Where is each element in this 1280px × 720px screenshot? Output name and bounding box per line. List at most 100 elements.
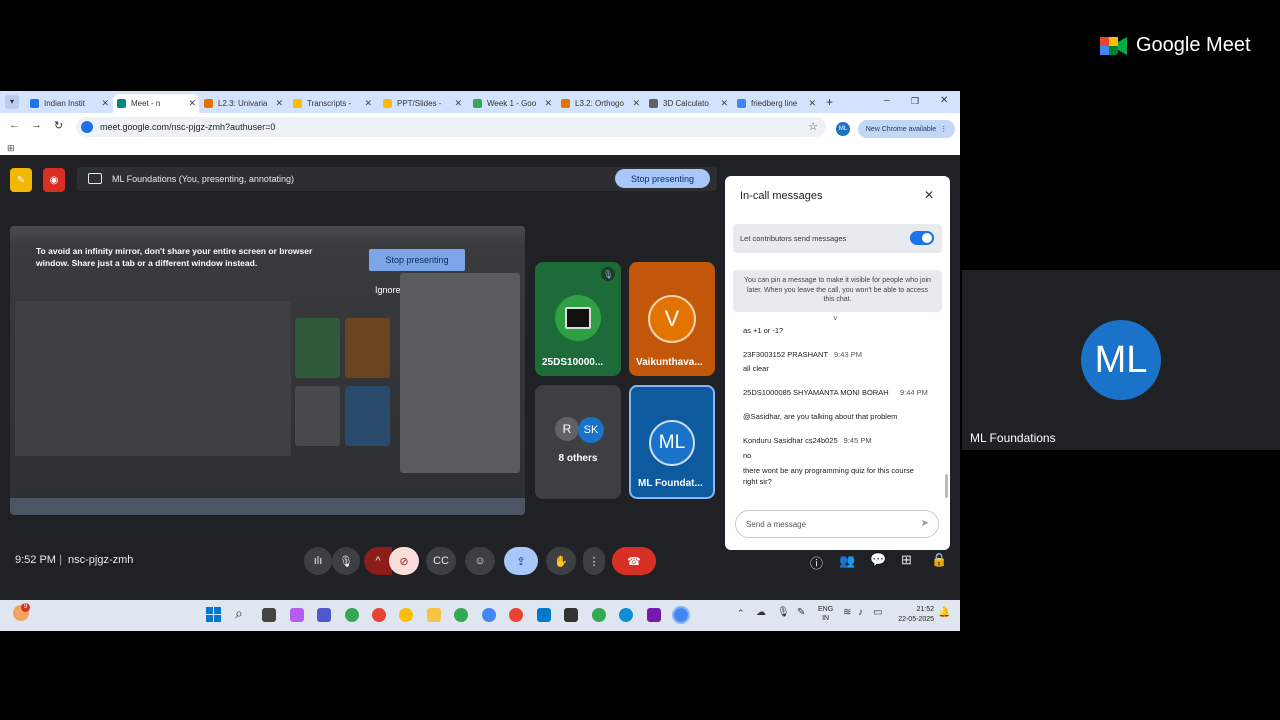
tab-close-icon[interactable]: ✕ xyxy=(275,98,283,109)
tab-close-icon[interactable]: ✕ xyxy=(544,98,552,109)
participant-tile[interactable]: 🎙 25DS10000... xyxy=(535,262,621,376)
contributors-toggle[interactable] xyxy=(910,231,934,245)
tab[interactable]: Transcripts - ✕ xyxy=(289,94,375,113)
volume-icon[interactable]: ♪ xyxy=(858,607,863,618)
send-icon[interactable]: ➤ xyxy=(921,518,929,529)
warning-stop-presenting-button[interactable]: Stop presenting xyxy=(369,249,465,271)
tab-close-icon[interactable]: ✕ xyxy=(632,98,640,109)
stop-presenting-button[interactable]: Stop presenting xyxy=(615,169,710,188)
onenote-icon[interactable] xyxy=(647,608,661,622)
participant-avatar: ML xyxy=(649,420,695,466)
tab-close-icon[interactable]: ✕ xyxy=(454,98,462,109)
captions-button[interactable]: CC xyxy=(426,547,456,575)
terminal-icon[interactable] xyxy=(564,608,578,622)
profile-avatar[interactable]: ML xyxy=(836,122,850,136)
tab-close-icon[interactable]: ✕ xyxy=(188,98,196,109)
close-chat-icon[interactable]: ✕ xyxy=(924,188,934,202)
camera-off-button[interactable]: ⊘ xyxy=(389,547,419,575)
ignore-button[interactable]: Ignore xyxy=(375,285,401,295)
activities-icon[interactable]: ⊞ xyxy=(901,552,912,568)
clock[interactable]: 21:52 22-05-2025 xyxy=(892,605,934,625)
present-button[interactable]: ⇪ xyxy=(504,547,538,575)
tray-mic-icon[interactable]: 🎙 xyxy=(777,607,790,618)
tab[interactable]: PPT/Slides - ✕ xyxy=(379,94,465,113)
tab-close-icon[interactable]: ✕ xyxy=(101,98,109,109)
chat-icon[interactable]: 💬 xyxy=(870,552,886,568)
tray-app-icon[interactable]: ☁ xyxy=(756,607,766,618)
search-icon[interactable]: ⌕ xyxy=(235,605,243,622)
wifi-icon[interactable]: ≋ xyxy=(843,607,851,618)
microphone-button[interactable]: 🎙 xyxy=(332,547,360,575)
chrome-icon[interactable] xyxy=(672,606,690,624)
chrome-icon[interactable] xyxy=(372,608,386,622)
battery-icon[interactable]: ▭ xyxy=(873,607,882,618)
tab-search-icon[interactable]: ▾ xyxy=(5,95,19,109)
raise-hand-button[interactable]: ✋ xyxy=(546,547,576,575)
tab[interactable]: friedberg line ✕ xyxy=(733,94,819,113)
forward-icon[interactable]: → xyxy=(31,119,42,131)
windows-start-icon[interactable] xyxy=(206,607,221,622)
people-icon[interactable]: 👥 xyxy=(839,553,855,569)
minimize-icon[interactable]: – xyxy=(884,95,890,106)
new-tab-button[interactable]: + xyxy=(826,95,833,109)
back-icon[interactable]: ← xyxy=(9,119,20,131)
tab-favicon-icon xyxy=(473,99,482,108)
tray-chevron-icon[interactable]: ⌃ xyxy=(737,608,745,619)
chrome-icon[interactable] xyxy=(454,608,468,622)
tab-close-icon[interactable]: ✕ xyxy=(808,98,816,109)
close-window-icon[interactable]: ✕ xyxy=(940,95,948,106)
participant-name: ML Foundat... xyxy=(638,478,703,489)
participant-tile[interactable]: V Vaikunthava... xyxy=(629,262,715,376)
chat-scrollbar[interactable] xyxy=(945,474,948,498)
chrome-icon[interactable] xyxy=(592,608,606,622)
tab-close-icon[interactable]: ✕ xyxy=(364,98,372,109)
site-info-icon[interactable] xyxy=(81,121,93,133)
scroll-down-icon[interactable]: ˅ xyxy=(833,314,838,323)
chrome-icon[interactable] xyxy=(509,608,523,622)
bookmark-star-icon[interactable]: ☆ xyxy=(808,120,818,133)
restore-icon[interactable]: ❐ xyxy=(911,96,919,107)
leave-call-button[interactable]: ☎ xyxy=(612,547,656,575)
file-explorer-icon[interactable] xyxy=(427,608,441,622)
apps-icon[interactable]: ⊞ xyxy=(7,143,15,154)
vscode-icon[interactable] xyxy=(537,608,551,622)
message-sender: Konduru Sasidhar cs24b025 xyxy=(743,436,838,445)
task-view-icon[interactable] xyxy=(262,608,276,622)
live-broadcast-icon[interactable]: ◉ xyxy=(43,168,65,192)
tab[interactable]: L2.3: Univaria ✕ xyxy=(200,94,286,113)
tab[interactable]: Week 1 - Goo ✕ xyxy=(469,94,555,113)
annotate-off-icon[interactable]: ✎ xyxy=(10,168,32,192)
reload-icon[interactable]: ↻ xyxy=(54,119,63,132)
tab-label: Transcripts - xyxy=(307,99,352,108)
audio-level-icon[interactable]: ılı xyxy=(304,547,332,575)
message-input[interactable]: Send a message ➤ xyxy=(735,510,939,538)
tab[interactable]: Meet - n ✕ xyxy=(113,94,199,113)
edge-icon[interactable] xyxy=(619,608,633,622)
update-chrome-button[interactable]: New Chrome available ⋮ xyxy=(858,120,955,138)
self-presenting-tile[interactable]: ML ML Foundat... xyxy=(629,385,715,499)
tab[interactable]: 3D Calculato ✕ xyxy=(645,94,731,113)
chat-message: no xyxy=(743,451,752,460)
others-tile[interactable]: R SK 8 others xyxy=(535,385,621,499)
camera-options-button[interactable]: ^ xyxy=(364,547,392,575)
chrome-icon[interactable] xyxy=(345,608,359,622)
tab[interactable]: L3.2: Orthogo ✕ xyxy=(557,94,643,113)
tray-pen-icon[interactable]: ✎ xyxy=(797,607,805,618)
tab-label: L3.2: Orthogo xyxy=(575,99,624,108)
notification-bell-icon[interactable]: 🔔 xyxy=(938,607,950,618)
more-options-button[interactable]: ⋮ xyxy=(583,547,605,575)
info-icon[interactable]: ⓘ xyxy=(810,553,823,572)
tab-label: PPT/Slides - xyxy=(397,99,442,108)
chrome-icon[interactable] xyxy=(482,608,496,622)
language-indicator[interactable]: ENG IN xyxy=(818,605,833,623)
emoji-button[interactable]: ☺ xyxy=(465,547,495,575)
update-label: New Chrome available xyxy=(865,125,937,133)
teams-icon[interactable] xyxy=(317,608,331,622)
copilot-icon[interactable] xyxy=(290,608,304,622)
chrome-icon[interactable] xyxy=(399,608,413,622)
tab-label: Meet - n xyxy=(131,99,161,108)
tab[interactable]: Indian Instit ✕ xyxy=(26,94,112,113)
address-bar[interactable]: meet.google.com/nsc-pjgz-zmh?authuser=0 … xyxy=(76,117,826,137)
tab-close-icon[interactable]: ✕ xyxy=(720,98,728,109)
host-controls-icon[interactable]: 🔒 xyxy=(931,552,947,568)
